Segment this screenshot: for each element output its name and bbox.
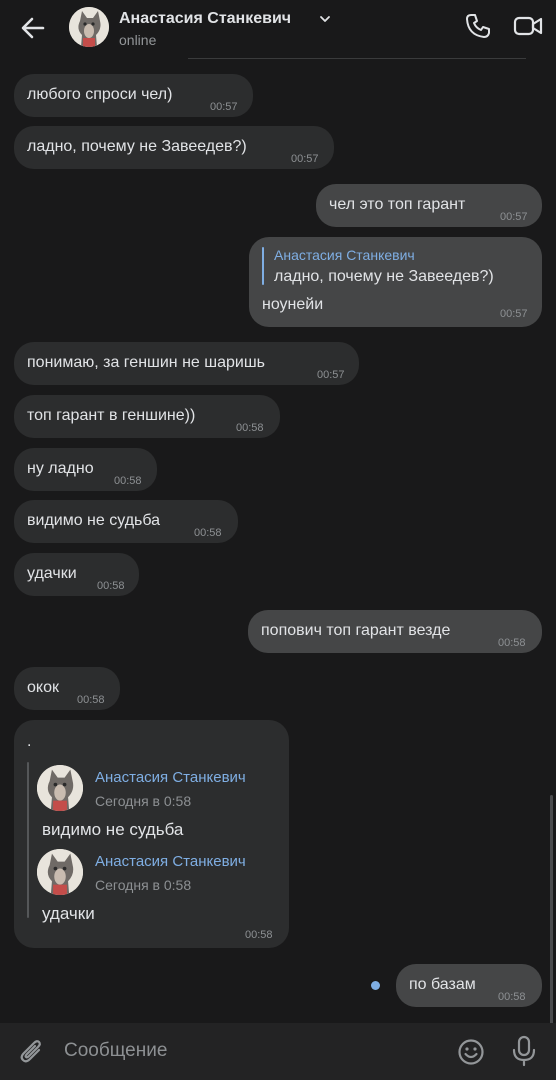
forward-quote-bar — [27, 762, 29, 918]
reply-quote-bar — [262, 247, 264, 285]
message-time: 00:57 — [500, 211, 528, 223]
message-outgoing-reply[interactable]: Анастасия Станкевич ладно, почему не Зав… — [249, 237, 542, 327]
contact-avatar[interactable] — [69, 7, 109, 47]
forwarded-date: Сегодня в 0:58 — [95, 877, 192, 893]
message-time: 00:58 — [498, 637, 526, 649]
message-time: 00:57 — [291, 153, 319, 165]
message-time: 00:58 — [236, 422, 264, 434]
message-text: по базам — [409, 976, 476, 993]
message-text: ладно, почему не Завеедев?) — [27, 138, 247, 155]
header-divider — [188, 58, 526, 59]
forwarded-text: видимо не судьба — [42, 820, 184, 839]
message-time: 00:58 — [77, 694, 105, 706]
message-time: 00:58 — [498, 991, 526, 1003]
back-arrow-icon[interactable] — [18, 13, 48, 43]
forwarded-author[interactable]: Анастасия Станкевич — [95, 769, 246, 786]
message-incoming[interactable]: понимаю, за геншин не шаришь 00:57 — [14, 342, 359, 385]
paperclip-icon[interactable] — [18, 1037, 46, 1067]
cat-photo-icon — [69, 7, 109, 47]
message-time: 00:58 — [114, 475, 142, 487]
message-text: топ гарант в геншине)) — [27, 407, 196, 424]
unread-indicator — [371, 981, 380, 990]
message-incoming[interactable]: ладно, почему не Завеедев?) 00:57 — [14, 126, 334, 169]
forwarded-avatar[interactable] — [37, 849, 83, 895]
message-incoming[interactable]: удачки 00:58 — [14, 553, 139, 596]
message-text: попович топ гарант везде — [261, 622, 451, 639]
forwarded-avatar[interactable] — [37, 765, 83, 811]
message-outgoing[interactable]: попович топ гарант везде 00:58 — [248, 610, 542, 653]
reply-quote-text[interactable]: ладно, почему не Завеедев?) — [274, 268, 494, 286]
message-outgoing[interactable]: по базам 00:58 — [396, 964, 542, 1007]
message-time: 00:58 — [194, 527, 222, 539]
message-text: видимо не судьба — [27, 512, 161, 529]
cat-photo-icon — [37, 849, 83, 895]
video-camera-icon[interactable] — [513, 13, 543, 39]
emoji-icon[interactable] — [457, 1038, 485, 1066]
message-input[interactable] — [64, 1037, 434, 1065]
cat-photo-icon — [37, 765, 83, 811]
message-outgoing[interactable]: чел это топ гарант 00:57 — [316, 184, 542, 227]
forwarded-text: удачки — [42, 904, 95, 923]
contact-status: online — [119, 32, 157, 48]
message-time: 00:58 — [97, 580, 125, 592]
forwarded-date: Сегодня в 0:58 — [95, 793, 192, 809]
message-text: окок — [27, 679, 59, 696]
message-time: 00:57 — [500, 308, 528, 320]
message-text: любого спроси чел) — [27, 86, 173, 103]
phone-icon[interactable] — [464, 12, 492, 40]
reply-author[interactable]: Анастасия Станкевич — [274, 247, 415, 263]
message-time: 00:57 — [210, 101, 238, 113]
message-text: удачки — [27, 565, 77, 582]
contact-name[interactable]: Анастасия Станкевич — [119, 10, 291, 28]
message-text: ну ладно — [27, 460, 94, 477]
message-time: 00:58 — [245, 929, 273, 941]
message-incoming[interactable]: окок 00:58 — [14, 667, 120, 710]
message-text: . — [27, 733, 32, 750]
message-incoming-forwarded[interactable]: . Анастасия Станкевич Сегодня в 0:58 вид… — [14, 720, 289, 948]
message-incoming[interactable]: ну ладно 00:58 — [14, 448, 157, 491]
message-text: понимаю, за геншин не шаришь — [27, 354, 265, 371]
message-text: чел это топ гарант — [329, 196, 466, 213]
chat-header: Анастасия Станкевич online — [0, 0, 556, 58]
message-incoming[interactable]: любого спроси чел) 00:57 — [14, 74, 253, 117]
chevron-down-icon[interactable] — [318, 12, 332, 26]
message-incoming[interactable]: топ гарант в геншине)) 00:58 — [14, 395, 280, 438]
microphone-icon[interactable] — [510, 1035, 538, 1067]
message-incoming[interactable]: видимо не судьба 00:58 — [14, 500, 238, 543]
message-time: 00:57 — [317, 369, 345, 381]
forwarded-author[interactable]: Анастасия Станкевич — [95, 853, 246, 870]
scrollbar[interactable] — [550, 795, 553, 1025]
message-text: ноунейи — [262, 296, 324, 313]
message-composer — [0, 1023, 556, 1080]
